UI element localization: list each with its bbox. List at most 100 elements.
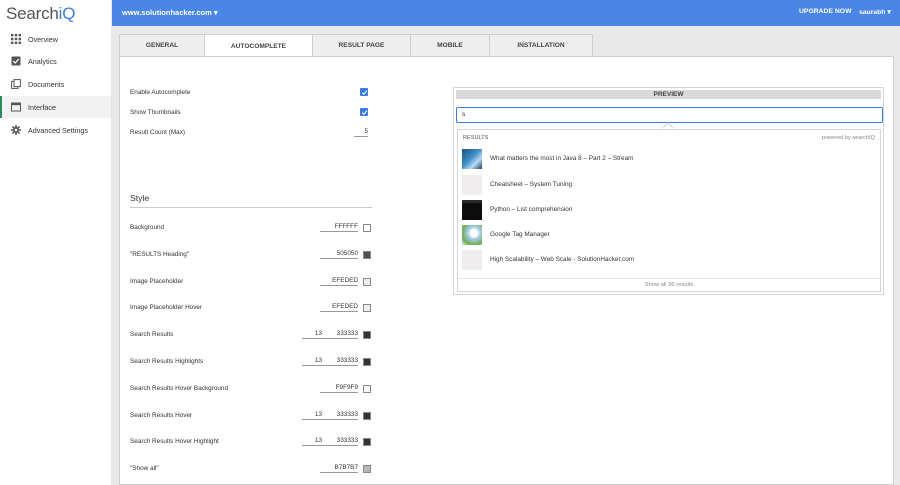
result-thumbnail <box>462 149 482 169</box>
result-item[interactable]: High Scalability – Web Scale - SolutionH… <box>459 248 879 272</box>
style-row-label: Search Results <box>130 331 174 338</box>
color-hex-input[interactable]: EFEDED <box>320 303 358 312</box>
preview-header: PREVIEW <box>456 90 881 99</box>
result-item[interactable]: What matters the most in Java 8 – Part 2… <box>459 147 879 171</box>
sidebar: SearchiQ Overview Analytics Documents In… <box>0 0 112 485</box>
documents-icon <box>10 79 21 90</box>
tab-result-page[interactable]: RESULT PAGE <box>312 34 411 56</box>
upgrade-now-link[interactable]: UPGRADE NOW <box>799 8 852 15</box>
color-hex-input[interactable]: 333333 <box>320 411 358 420</box>
color-hex-input[interactable]: 333333 <box>320 357 358 366</box>
color-swatch[interactable] <box>363 224 371 232</box>
autocomplete-preview: PREVIEW s RESULTS powered by searchIQ Wh… <box>453 87 884 295</box>
color-hex-input[interactable]: 333333 <box>320 330 358 339</box>
preview-search-input[interactable]: s <box>456 107 883 123</box>
sidebar-item-documents[interactable]: Documents <box>0 73 111 95</box>
result-title: Google Tag Manager <box>490 231 550 238</box>
result-count-label: Result Count (Max) <box>130 129 186 136</box>
style-row-label: Image Placeholder Hover <box>130 304 203 311</box>
sidebar-item-analytics[interactable]: Analytics <box>0 50 111 72</box>
color-hex-input[interactable]: B7B7B7 <box>320 464 358 473</box>
color-hex-input[interactable]: 333333 <box>320 437 358 446</box>
settings-tabs: GENERAL AUTOCOMPLETE RESULT PAGE MOBILE … <box>119 34 593 57</box>
check-icon <box>361 109 367 115</box>
user-name: saurabh <box>859 9 886 16</box>
tab-installation[interactable]: INSTALLATION <box>489 34 593 56</box>
color-swatch[interactable] <box>363 412 371 420</box>
autocomplete-results-dropdown: RESULTS powered by searchIQ What matters… <box>457 129 881 292</box>
style-row-label: Search Results Highlights <box>130 358 204 365</box>
result-thumbnail-placeholder <box>462 250 482 270</box>
style-row-label: "Show all" <box>130 465 159 472</box>
show-thumbnails-checkbox[interactable] <box>360 108 368 116</box>
result-title: Python – List comprehension <box>490 206 573 213</box>
grid-icon <box>10 34 21 45</box>
powered-by-label: powered by searchIQ <box>821 135 875 141</box>
checkbox-icon <box>10 56 21 67</box>
enable-autocomplete-checkbox[interactable] <box>360 88 368 96</box>
logo-text: Search <box>6 4 59 23</box>
style-section-heading: Style <box>130 193 150 203</box>
caret-down-icon: ▾ <box>887 9 891 16</box>
color-swatch[interactable] <box>363 278 371 286</box>
tab-autocomplete[interactable]: AUTOCOMPLETE <box>204 34 313 57</box>
color-swatch[interactable] <box>363 251 371 259</box>
divider <box>130 207 372 208</box>
color-hex-input[interactable]: 505050 <box>320 250 358 259</box>
result-item[interactable]: Python – List comprehension <box>459 198 879 222</box>
style-row-label: Image Placeholder <box>130 278 184 285</box>
sidebar-item-overview[interactable]: Overview <box>0 28 111 50</box>
style-row-label: Search Results Hover Highlight <box>130 438 219 445</box>
show-thumbnails-label: Show Thumbnails <box>130 109 181 116</box>
color-swatch[interactable] <box>363 438 371 446</box>
result-thumbnail <box>462 200 482 220</box>
sidebar-item-advanced-settings[interactable]: Advanced Settings <box>0 119 111 141</box>
font-size-input[interactable]: 13 <box>302 357 322 366</box>
sidebar-item-label: Advanced Settings <box>28 125 88 135</box>
color-swatch[interactable] <box>363 304 371 312</box>
color-hex-input[interactable]: EFEDED <box>320 277 358 286</box>
style-row-label: "RESULTS Heading" <box>130 251 190 258</box>
result-item[interactable]: Google Tag Manager <box>459 223 879 247</box>
color-swatch[interactable] <box>363 358 371 366</box>
font-size-input[interactable]: 13 <box>302 330 322 339</box>
show-all-results-link[interactable]: Show all 96 results <box>458 278 880 291</box>
color-swatch[interactable] <box>363 331 371 339</box>
user-menu[interactable]: saurabh ▾ <box>859 8 891 16</box>
tab-general[interactable]: GENERAL <box>119 34 205 56</box>
autocomplete-settings-panel: Enable Autocomplete Show Thumbnails Resu… <box>119 56 894 485</box>
sidebar-item-label: Analytics <box>28 56 57 66</box>
sidebar-item-interface[interactable]: Interface <box>0 96 111 118</box>
searchiq-logo[interactable]: SearchiQ <box>6 4 75 24</box>
font-size-input[interactable]: 13 <box>302 411 322 420</box>
result-count-input[interactable]: 5 <box>354 128 368 137</box>
font-size-input[interactable]: 13 <box>302 437 322 446</box>
results-heading: RESULTS <box>463 135 489 141</box>
sidebar-item-label: Documents <box>28 79 65 89</box>
top-bar: www.solutionhacker.com ▾ UPGRADE NOW sau… <box>112 0 900 26</box>
main-content: GENERAL AUTOCOMPLETE RESULT PAGE MOBILE … <box>112 26 900 485</box>
enable-autocomplete-label: Enable Autocomplete <box>130 89 191 96</box>
logo-accent: iQ <box>58 4 76 23</box>
check-icon <box>361 89 367 95</box>
caret-down-icon: ▾ <box>213 8 218 17</box>
color-hex-input[interactable]: FFFFFF <box>320 223 358 232</box>
sidebar-item-label: Interface <box>28 102 56 112</box>
style-row-label: Search Results Hover <box>130 412 193 419</box>
gear-icon <box>10 125 21 136</box>
result-title: What matters the most in Java 8 – Part 2… <box>490 155 634 162</box>
browser-window-icon <box>10 102 21 113</box>
style-row-label: Search Results Hover Background <box>130 385 229 392</box>
tab-mobile[interactable]: MOBILE <box>410 34 490 56</box>
site-name: www.solutionhacker.com <box>122 8 212 17</box>
color-swatch[interactable] <box>363 465 371 473</box>
result-title: Cheatsheet – System Tuning <box>490 181 573 188</box>
color-hex-input[interactable]: F9F9F9 <box>320 384 358 393</box>
result-thumbnail <box>462 225 482 245</box>
result-title: High Scalability – Web Scale - SolutionH… <box>490 256 635 263</box>
color-swatch[interactable] <box>363 385 371 393</box>
result-item[interactable]: Cheatsheet – System Tuning <box>459 173 879 197</box>
sidebar-item-label: Overview <box>28 34 58 44</box>
result-thumbnail-placeholder <box>462 175 482 195</box>
site-selector[interactable]: www.solutionhacker.com ▾ <box>122 8 218 17</box>
